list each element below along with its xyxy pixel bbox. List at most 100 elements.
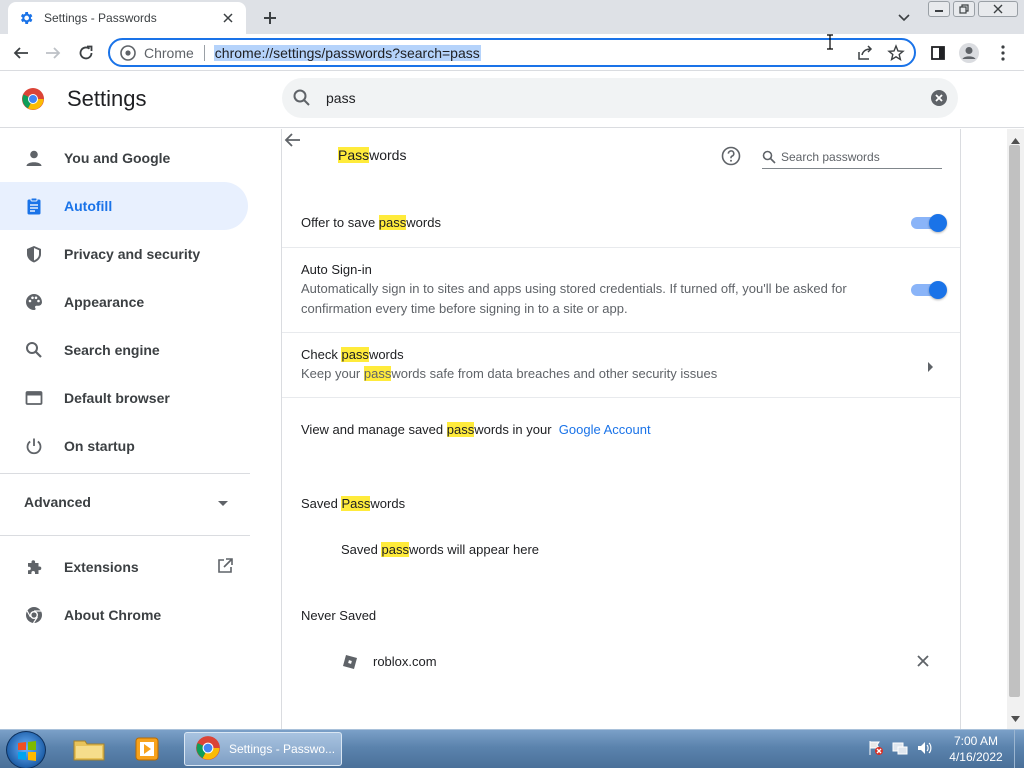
power-icon [24,436,44,456]
settings-sidebar: You and Google Autofill Privacy and secu… [0,129,280,729]
kebab-menu-icon[interactable] [990,40,1016,66]
chrome-icon [24,605,44,625]
profile-avatar[interactable] [956,40,982,66]
search-highlight: pass [341,347,369,362]
close-tab-icon[interactable] [220,10,236,26]
sidebar-item-privacy-and-security[interactable]: Privacy and security [0,230,248,278]
start-button[interactable] [6,731,46,768]
offer-to-save-label: Offer to save passwords [301,215,441,230]
share-icon[interactable] [856,44,874,65]
tab-strip: Settings - Passwords [0,0,1024,34]
chrome-site-icon [120,44,136,61]
sidebar-item-label: Privacy and security [64,246,201,262]
title-rest: words [369,147,407,163]
scroll-down-arrow-icon[interactable] [1011,710,1020,725]
omnibox-separator [203,44,205,61]
system-clock[interactable]: 7:00 AM 4/16/2022 [938,733,1014,765]
sidebar-divider [0,535,250,536]
taskbar-chrome-label: Settings - Passwo... [229,742,336,756]
browser-icon [24,388,44,408]
auto-signin-row[interactable]: Auto Sign-in Automatically sign in to si… [282,248,960,332]
remove-icon[interactable] [916,654,930,671]
help-icon[interactable] [720,145,742,167]
offer-to-save-toggle[interactable] [911,214,947,232]
minimize-button[interactable] [928,1,950,17]
back-arrow-icon[interactable] [282,133,304,154]
page-scrollbar[interactable] [1007,129,1024,729]
forward-button[interactable] [40,40,66,66]
clipboard-icon [24,196,44,216]
search-highlight: Pass [338,147,370,163]
manage-passwords-row: View and manage saved passwords in your … [282,398,960,448]
tab-search-chevron-icon[interactable] [894,8,914,28]
toggle-knob [929,214,947,232]
caret-down-icon [218,495,228,510]
sidebar-item-on-startup[interactable]: On startup [0,422,248,470]
new-tab-button[interactable] [258,6,282,30]
reload-button[interactable] [73,40,99,66]
sidebar-item-appearance[interactable]: Appearance [0,278,248,326]
puzzle-icon [24,557,44,577]
settings-header: Settings pass [0,72,1024,128]
text-part: words will appear here [408,542,540,557]
auto-signin-desc-line1: Automatically sign in to sites and apps … [301,281,847,296]
search-passwords-field[interactable] [762,145,942,169]
never-saved-site: roblox.com [373,654,437,669]
volume-icon[interactable] [916,740,932,759]
sidebar-item-search-engine[interactable]: Search engine [0,326,248,374]
arrow-right-icon[interactable] [927,360,935,375]
action-center-flag-icon[interactable] [868,740,884,759]
passwords-card: Passwords Offer to save passwords Auto S… [281,129,961,729]
sidebar-item-autofill[interactable]: Autofill [0,182,248,230]
chrome-taskbar-button[interactable]: Settings - Passwo... [184,732,342,766]
sidebar-item-label: On startup [64,438,135,454]
sidebar-item-label: About Chrome [64,607,162,623]
search-icon [24,340,44,360]
scrollbar-thumb[interactable] [1009,145,1020,697]
google-account-link[interactable]: Google Account [559,422,651,437]
auto-signin-toggle[interactable] [911,281,947,299]
network-icon[interactable] [892,740,908,759]
gear-icon [18,10,34,26]
external-link-icon [216,557,234,578]
restore-button[interactable] [953,1,975,17]
address-bar[interactable]: Chrome chrome://settings/passwords?searc… [108,38,916,67]
text-part: View and manage saved [301,422,447,437]
sidebar-item-you-and-google[interactable]: You and Google [0,134,248,182]
windows-taskbar: Settings - Passwo... 7:00 AM 4/16/2022 [0,729,1024,768]
site-favicon-icon [342,654,358,673]
check-passwords-row[interactable]: Check passwords Keep your passwords safe… [282,333,960,397]
text-part: words [368,347,404,362]
origin-chip: Chrome [144,44,194,61]
bookmark-star-icon[interactable] [887,44,905,65]
url-text[interactable]: chrome://settings/passwords?search=pass [213,44,481,61]
offer-to-save-row[interactable]: Offer to save passwords [282,199,960,247]
sidebar-item-about-chrome[interactable]: About Chrome [0,591,248,639]
search-highlight: Pass [341,496,371,511]
search-highlight: pass [378,215,407,230]
sidebar-item-label: You and Google [64,150,171,166]
settings-search-box[interactable]: pass [282,78,958,118]
close-window-button[interactable] [978,1,1018,17]
page-title: Settings [67,86,147,111]
sidebar-advanced-toggle[interactable]: Advanced [0,478,248,526]
text-part: Saved [301,496,342,511]
sidebar-item-label: Appearance [64,294,145,310]
sidebar-item-extensions[interactable]: Extensions [0,543,248,591]
check-passwords-desc: Keep your passwords safe from data breac… [301,364,717,384]
back-button[interactable] [8,40,34,66]
person-icon [24,148,44,168]
sidebar-item-label: Autofill [64,198,113,214]
settings-search-input[interactable]: pass [326,90,930,106]
show-desktop-button[interactable] [1014,730,1024,768]
side-panel-icon[interactable] [925,40,951,66]
explorer-taskbar-icon[interactable] [63,732,115,766]
text-part: Saved [341,542,382,557]
never-saved-heading: Never Saved [301,608,377,623]
sidebar-item-default-browser[interactable]: Default browser [0,374,248,422]
media-player-taskbar-icon[interactable] [122,732,174,766]
shield-icon [24,244,44,264]
search-passwords-input[interactable] [781,149,931,164]
tab-settings-passwords[interactable]: Settings - Passwords [8,2,246,34]
clear-search-icon[interactable] [930,89,948,107]
